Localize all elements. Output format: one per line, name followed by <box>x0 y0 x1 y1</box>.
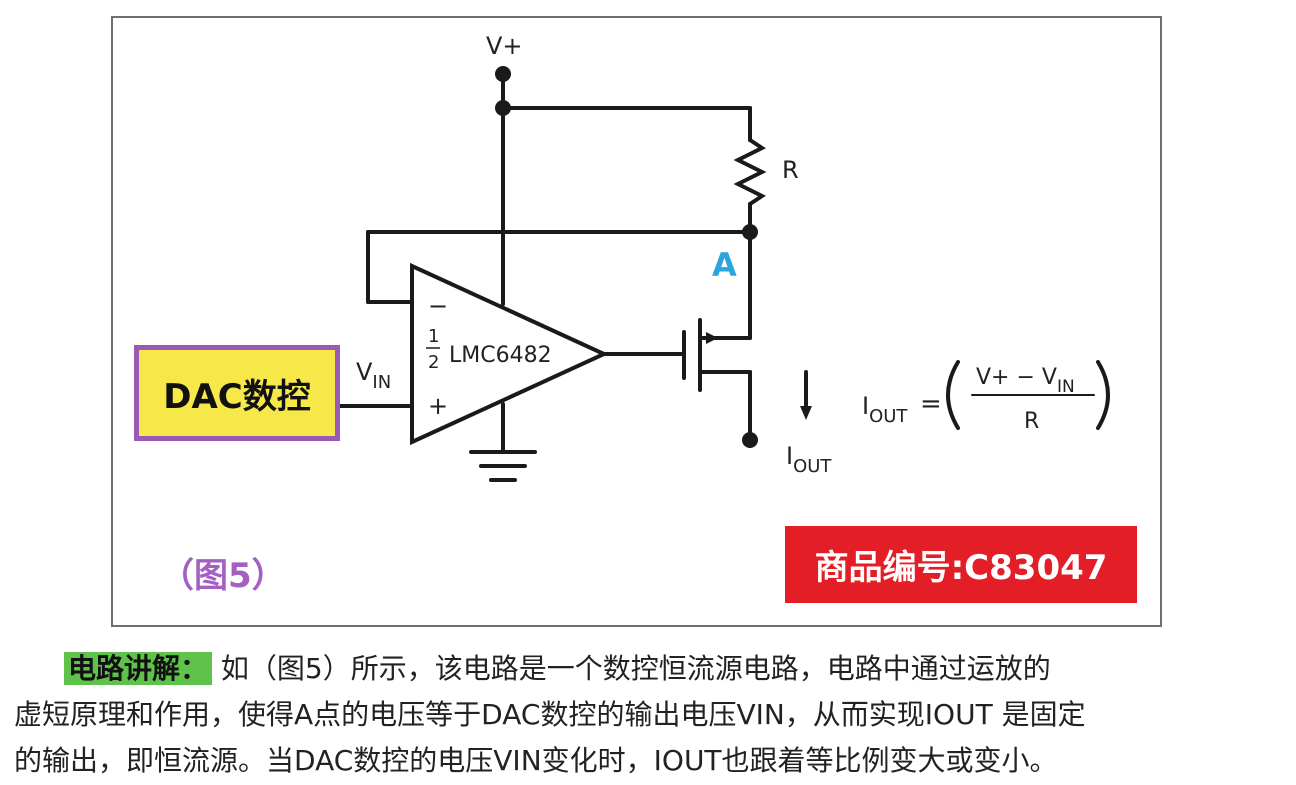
explanation-line-2: 虚短原理和作用，使得A点的电压等于DAC数控的输出电压VIN，从而实现IOUT … <box>14 698 1086 731</box>
opamp-half-denominator: 2 <box>428 352 439 373</box>
iout-label-sub: OUT <box>793 456 832 477</box>
formula-lhs-main: I <box>862 392 869 420</box>
iout-label: IOUT <box>786 442 832 477</box>
explanation-heading: 电路讲解： <box>64 652 213 685</box>
resistor-label: R <box>782 156 799 184</box>
dac-label: DAC数控 <box>163 376 311 417</box>
formula-lhs: IOUT <box>862 392 908 427</box>
explanation-text: 电路讲解： 如（图5）所示，该电路是一个数控恒流源电路，电路中通过运放的 虚短原… <box>14 646 1284 784</box>
vin-label-sub: IN <box>372 372 391 393</box>
explanation-line-1: 电路讲解： 如（图5）所示，该电路是一个数控恒流源电路，电路中通过运放的 <box>14 646 1284 692</box>
current-arrow-head <box>800 406 812 420</box>
formula-paren-left <box>946 360 960 430</box>
output-terminal-dot <box>742 432 758 448</box>
supply-label: V+ <box>486 32 523 60</box>
node-a-label: A <box>712 246 737 284</box>
formula-numerator-main: V+ − V <box>976 365 1057 390</box>
iout-label-main: I <box>786 442 793 470</box>
supply-terminal-dot <box>495 66 511 82</box>
figure-caption: （图5） <box>160 556 286 596</box>
formula-denominator: R <box>1024 409 1039 434</box>
vin-label: VIN <box>356 358 391 393</box>
mosfet-source-arrow <box>706 332 718 344</box>
formula-lhs-sub: OUT <box>869 406 908 427</box>
node-a-dot <box>742 224 758 240</box>
vin-label-main: V <box>356 358 373 386</box>
resistor <box>733 138 767 206</box>
item-number-text: 商品编号:C83047 <box>814 548 1108 588</box>
opamp-half-numerator: 1 <box>428 326 439 347</box>
formula-numerator: V+ − VIN <box>976 365 1075 397</box>
opamp-minus-label: − <box>428 292 448 320</box>
item-number-badge: 商品编号:C83047 <box>785 526 1137 603</box>
opamp-plus-label: + <box>428 392 448 420</box>
dac-control-block: DAC数控 <box>134 345 340 441</box>
formula-paren-right <box>1096 360 1110 430</box>
explanation-line-3: 的输出，即恒流源。当DAC数控的电压VIN变化时，IOUT也跟着等比例变大或变小… <box>14 744 1058 777</box>
explanation-line-1-text: 如（图5）所示，该电路是一个数控恒流源电路，电路中通过运放的 <box>220 652 1051 685</box>
junction-dot-top <box>495 100 511 116</box>
formula-equals: = <box>920 389 942 419</box>
formula-numerator-sub: IN <box>1057 377 1075 397</box>
opamp-name: LMC6482 <box>449 343 552 368</box>
